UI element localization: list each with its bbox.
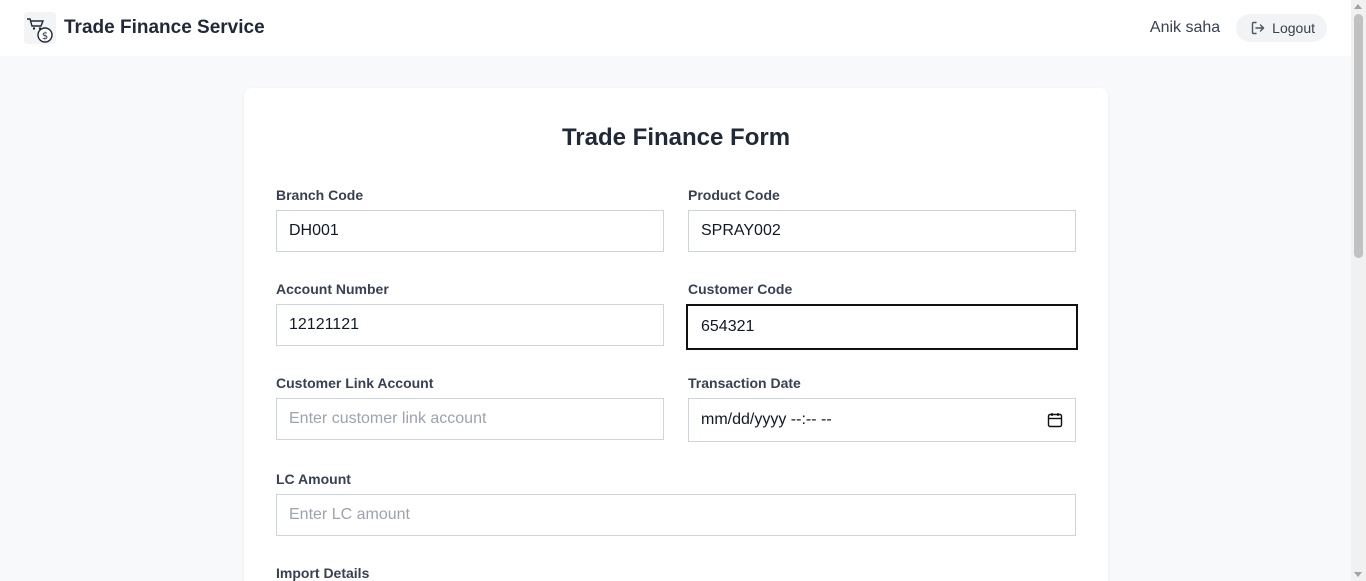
app-title: Trade Finance Service — [64, 17, 265, 38]
top-navbar: $ Trade Finance Service Anik saha Logout — [0, 0, 1351, 56]
customer-link-account-label: Customer Link Account — [276, 375, 434, 391]
customer-code-input[interactable] — [686, 304, 1078, 350]
lc-amount-field: LC Amount — [276, 470, 1076, 538]
import-details-label: Import Details — [276, 565, 370, 581]
logout-icon — [1251, 21, 1265, 35]
customer-link-account-input[interactable] — [276, 398, 664, 440]
product-code-input[interactable] — [688, 210, 1076, 252]
customer-code-field: Customer Code — [686, 280, 1078, 350]
form-title: Trade Finance Form — [561, 124, 791, 151]
lc-amount-input[interactable] — [276, 494, 1076, 536]
trade-finance-form-card: Trade Finance Form Branch Code Product C… — [244, 88, 1108, 581]
transaction-date-label: Transaction Date — [688, 375, 801, 391]
branch-code-label: Branch Code — [276, 187, 364, 203]
product-code-label: Product Code — [688, 187, 780, 203]
customer-code-label: Customer Code — [688, 281, 793, 297]
branch-code-input[interactable] — [276, 210, 664, 252]
account-number-field: Account Number — [276, 280, 664, 348]
trade-finance-logo-icon: $ — [24, 12, 56, 44]
brand[interactable]: $ Trade Finance Service — [24, 12, 265, 44]
transaction-date-input[interactable]: mm/dd/yyyy --:-- -- — [688, 398, 1076, 442]
logout-label: Logout — [1272, 20, 1315, 36]
user-name: Anik saha — [1149, 19, 1221, 36]
vertical-scrollbar[interactable] — [1351, 0, 1366, 581]
scroll-down-icon[interactable] — [1354, 572, 1362, 577]
customer-link-account-field: Customer Link Account — [276, 374, 664, 442]
scroll-up-icon[interactable] — [1354, 4, 1362, 9]
logout-button[interactable]: Logout — [1236, 14, 1327, 42]
branch-code-field: Branch Code — [276, 186, 664, 254]
import-details-field: Import Details — [276, 564, 1076, 581]
scroll-thumb[interactable] — [1354, 14, 1363, 258]
user-area: Anik saha Logout — [1150, 14, 1327, 42]
svg-text:$: $ — [42, 31, 48, 42]
lc-amount-label: LC Amount — [276, 471, 351, 487]
account-number-label: Account Number — [276, 281, 389, 297]
account-number-input[interactable] — [276, 304, 664, 346]
product-code-field: Product Code — [688, 186, 1076, 254]
transaction-date-value: mm/dd/yyyy --:-- -- — [701, 411, 832, 428]
transaction-date-field: Transaction Date mm/dd/yyyy --:-- -- — [688, 374, 1076, 444]
calendar-icon[interactable] — [1047, 412, 1063, 428]
